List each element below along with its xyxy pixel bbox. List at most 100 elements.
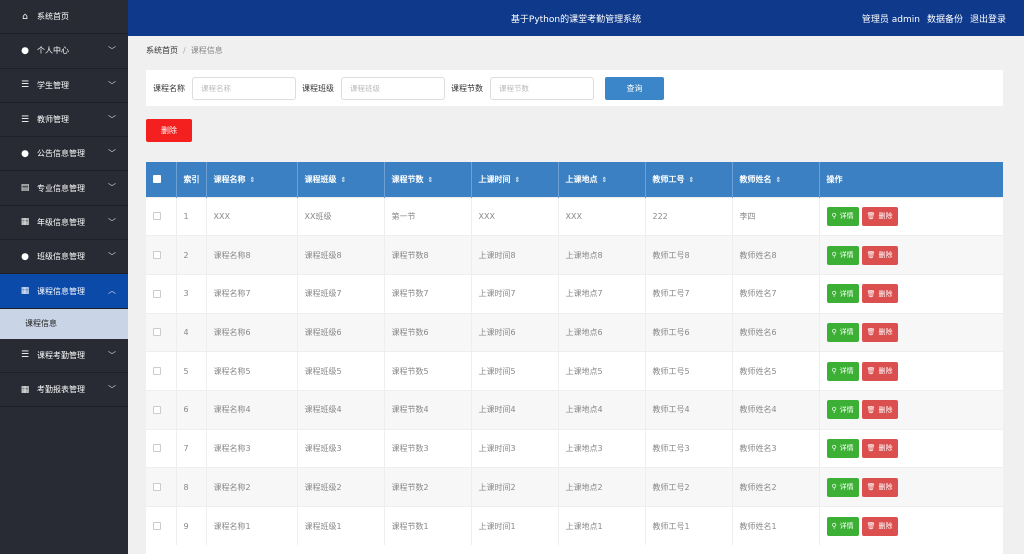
table-row: 6 课程名称4 课程班级4 课程节数4 上课时间4 上课地点4 教师工号4 教师姓名4 ⚲ 详情 🗑… (146, 389, 1003, 430)
detail-button[interactable]: ⚲ 详情 (826, 206, 859, 226)
sort-icon[interactable]: ⇕ (428, 176, 434, 184)
row-checkbox[interactable] (153, 405, 161, 414)
table-cell: 上课地点7 (558, 273, 646, 314)
row-checkbox[interactable] (153, 251, 161, 260)
trash-icon: 🗑 (866, 251, 876, 260)
sidebar: ⌂ 系统首页 ● 个人中心 ﹀ ☰ 学生管理 ﹀ ☰ 教师管理 ﹀ ● 公告信息管理 ﹀ ▤ 专业信息管理 ﹀ ▦… (0, 0, 128, 554)
chevron-down-icon: ﹀ (108, 46, 116, 56)
table-cell: 上课时间5 (471, 351, 559, 391)
column-header[interactable]: 课程班级 ⇕ (297, 162, 385, 197)
sidebar-item-2[interactable]: ☰ 学生管理 ﹀ (0, 69, 128, 103)
sort-icon[interactable]: ⇕ (689, 176, 695, 184)
top-bar: 基于Python的课堂考勤管理系统 管理员 admin 数据备份 退出登录 (128, 0, 1024, 36)
row-select-cell (146, 196, 177, 236)
sidebar-subitem-course-info[interactable]: 课程信息 (0, 308, 128, 339)
delete-button[interactable]: 🗑 删除 (861, 477, 898, 497)
column-header[interactable]: 上课时间 ⇕ (471, 162, 559, 197)
query-button[interactable]: 查询 (605, 77, 664, 100)
select-all-checkbox[interactable] (153, 175, 161, 184)
sidebar-item-4[interactable]: ● 公告信息管理 ﹀ (0, 137, 128, 172)
sidebar-item-3[interactable]: ☰ 教师管理 ﹀ (0, 103, 128, 138)
table-cell: 教师工号3 (645, 428, 733, 468)
course-class-input[interactable] (341, 77, 445, 100)
sidebar-item-9[interactable]: ☰ 课程考勤管理 ﹀ (0, 339, 128, 373)
sidebar-item-6[interactable]: ▦ 年级信息管理 ﹀ (0, 206, 128, 241)
delete-button[interactable]: 🗑 删除 (861, 438, 898, 458)
detail-button[interactable]: ⚲ 详情 (826, 438, 859, 458)
row-checkbox[interactable] (153, 328, 161, 337)
detail-button[interactable]: ⚲ 详情 (826, 322, 859, 342)
sidebar-item-10[interactable]: ▦ 考勤报表管理 ﹀ (0, 373, 128, 408)
sidebar-item-8[interactable]: ▦ 课程信息管理 ︿ (0, 274, 128, 309)
trash-icon: 🗑 (866, 444, 876, 453)
backup-link[interactable]: 数据备份 (927, 12, 963, 25)
table-icon: ▦ (20, 384, 30, 395)
chevron-down-icon: ﹀ (108, 384, 116, 394)
detail-button[interactable]: ⚲ 详情 (826, 361, 859, 381)
table-cell: 5 (176, 351, 207, 391)
batch-delete-button[interactable]: 删除 (146, 119, 192, 142)
sidebar-item-0[interactable]: ⌂ 系统首页 (0, 0, 128, 35)
detail-button[interactable]: ⚲ 详情 (826, 245, 859, 265)
column-header[interactable]: 教师工号 ⇕ (645, 162, 733, 197)
table-row: 1 XXX XX班级 第一节 XXX XXX 222 李四 ⚲ 详情 🗑 删除 (146, 196, 1003, 236)
delete-label: 删除 (878, 328, 893, 337)
sidebar-item-7[interactable]: ● 班级信息管理 ﹀ (0, 240, 128, 275)
course-period-label: 课程节数 (451, 84, 483, 93)
delete-button[interactable]: 🗑 删除 (861, 322, 898, 342)
chevron-up-icon: ︿ (108, 286, 116, 296)
sidebar-item-label: 年级信息管理 (37, 217, 85, 227)
detail-button[interactable]: ⚲ 详情 (826, 477, 859, 497)
sort-icon[interactable]: ⇕ (341, 176, 347, 184)
breadcrumb-home[interactable]: 系统首页 (146, 45, 178, 56)
delete-button[interactable]: 🗑 删除 (861, 284, 898, 304)
column-header[interactable]: 课程名称 ⇕ (206, 162, 298, 197)
column-header-label: 教师工号 (652, 174, 685, 184)
table-cell: 教师工号7 (645, 273, 733, 314)
sidebar-item-5[interactable]: ▤ 专业信息管理 ﹀ (0, 171, 128, 206)
row-checkbox[interactable] (153, 367, 161, 376)
detail-button[interactable]: ⚲ 详情 (826, 400, 859, 420)
detail-button[interactable]: ⚲ 详情 (826, 284, 859, 304)
column-header[interactable]: 课程节数 ⇕ (384, 162, 472, 197)
detail-button[interactable]: ⚲ 详情 (826, 516, 859, 536)
sidebar-item-label: 个人中心 (37, 46, 69, 56)
list-icon: ☰ (20, 350, 30, 361)
table-cell: 上课时间2 (471, 467, 559, 507)
row-select-cell (146, 506, 177, 546)
actions-cell: ⚲ 详情 🗑 删除 (819, 273, 1003, 314)
sort-icon[interactable]: ⇕ (250, 176, 256, 184)
table-cell: 上课地点1 (558, 506, 646, 546)
delete-button[interactable]: 🗑 删除 (861, 516, 898, 536)
column-header[interactable]: 上课地点 ⇕ (558, 162, 646, 197)
sort-icon[interactable]: ⇕ (776, 176, 782, 184)
course-name-input[interactable] (192, 77, 296, 100)
column-header[interactable]: 教师姓名 ⇕ (732, 162, 820, 197)
table-cell: 课程名称3 (206, 428, 298, 468)
sort-icon[interactable]: ⇕ (515, 176, 521, 184)
row-checkbox[interactable] (153, 444, 161, 453)
table-cell: 教师工号5 (645, 351, 733, 391)
delete-button[interactable]: 🗑 删除 (861, 245, 898, 265)
sidebar-item-1[interactable]: ● 个人中心 ﹀ (0, 34, 128, 69)
table-cell: 教师工号4 (645, 389, 733, 430)
delete-button[interactable]: 🗑 删除 (861, 400, 898, 420)
row-checkbox[interactable] (153, 522, 161, 531)
row-checkbox[interactable] (153, 212, 161, 221)
detail-label: 详情 (839, 483, 854, 492)
delete-button[interactable]: 🗑 删除 (861, 206, 898, 226)
column-header-label: 课程班级 (304, 174, 337, 184)
table-cell: 课程名称5 (206, 351, 298, 391)
trash-icon: 🗑 (866, 405, 876, 414)
delete-button[interactable]: 🗑 删除 (861, 361, 898, 381)
table-cell: 上课时间1 (471, 506, 559, 546)
trash-icon: 🗑 (866, 483, 876, 492)
search-icon: ⚲ (831, 522, 837, 531)
sort-icon[interactable]: ⇕ (602, 176, 608, 184)
row-checkbox[interactable] (153, 483, 161, 492)
table-cell: 课程节数4 (384, 389, 472, 430)
course-period-input[interactable] (490, 77, 594, 100)
row-checkbox[interactable] (153, 289, 161, 298)
logout-link[interactable]: 退出登录 (970, 12, 1006, 25)
search-icon: ⚲ (831, 328, 837, 337)
